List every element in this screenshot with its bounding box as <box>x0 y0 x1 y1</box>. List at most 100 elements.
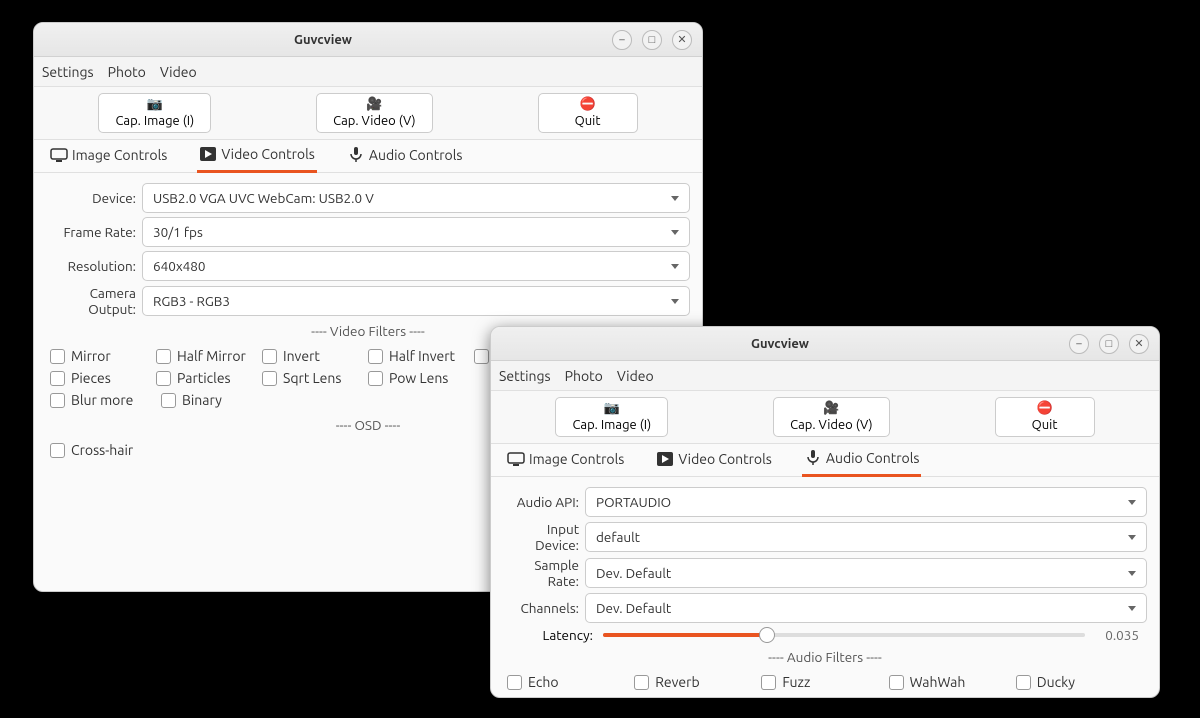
chk-echo: Echo <box>507 671 634 693</box>
chk-wahwah: WahWah <box>889 671 1016 693</box>
menubar: Settings Photo Video <box>34 57 702 87</box>
checkbox-blur-more[interactable] <box>50 393 65 408</box>
input-device-combo[interactable]: default <box>585 522 1147 552</box>
chk-binary: Binary <box>161 389 272 411</box>
chk-half-invert: Half Invert <box>368 345 474 367</box>
latency-slider-fill <box>603 633 767 637</box>
tab-image-controls[interactable]: Image Controls <box>48 140 169 172</box>
menu-video[interactable]: Video <box>617 368 654 384</box>
quit-button[interactable]: ⛔ Quit <box>538 93 638 133</box>
titlebar: Guvcview – □ ✕ <box>491 327 1159 361</box>
checkbox-pow-lens[interactable] <box>368 371 383 386</box>
cap-video-button[interactable]: 🎥 Cap. Video (V) <box>773 397 890 437</box>
checkbox-negative[interactable] <box>474 349 489 364</box>
play-icon <box>656 451 674 467</box>
checkbox-wahwah[interactable] <box>889 675 904 690</box>
play-icon <box>199 146 217 162</box>
resolution-combo[interactable]: 640x480 <box>142 251 690 281</box>
monitor-icon <box>507 451 525 467</box>
video-icon: 🎥 <box>366 98 382 112</box>
label-latency: Latency: <box>511 627 593 643</box>
checkbox-fuzz[interactable] <box>761 675 776 690</box>
close-button[interactable]: ✕ <box>1129 334 1149 354</box>
camera-output-combo[interactable]: RGB3 - RGB3 <box>142 286 690 316</box>
maximize-button[interactable]: □ <box>1099 334 1119 354</box>
latency-slider-thumb[interactable] <box>759 627 775 643</box>
quit-button[interactable]: ⛔ Quit <box>995 397 1095 437</box>
checkbox-pieces[interactable] <box>50 371 65 386</box>
checkbox-mirror[interactable] <box>50 349 65 364</box>
tab-audio-controls[interactable]: Audio Controls <box>345 140 465 172</box>
label-resolution: Resolution: <box>46 258 142 274</box>
video-icon: 🎥 <box>823 402 839 416</box>
checkbox-binary[interactable] <box>161 393 176 408</box>
menu-photo[interactable]: Photo <box>108 64 146 80</box>
checkbox-crosshair[interactable] <box>50 443 65 458</box>
label-sample-rate: Sample Rate: <box>503 557 585 589</box>
chk-half-mirror: Half Mirror <box>156 345 262 367</box>
chk-pieces: Pieces <box>50 367 156 389</box>
audio-filters-grid: Echo Reverb Fuzz WahWah Ducky <box>503 671 1147 693</box>
chk-particles: Particles <box>156 367 262 389</box>
label-device: Device: <box>46 190 142 206</box>
cap-image-button[interactable]: 📷 Cap. Image (I) <box>98 93 211 133</box>
minimize-button[interactable]: – <box>612 30 632 50</box>
chk-ducky: Ducky <box>1016 671 1143 693</box>
window-controls: – □ ✕ <box>612 30 702 50</box>
mic-icon <box>347 147 365 163</box>
maximize-button[interactable]: □ <box>642 30 662 50</box>
camera-icon: 📷 <box>147 98 163 112</box>
audio-filters-header: ---- Audio Filters ---- <box>503 649 1147 665</box>
quit-icon: ⛔ <box>1036 402 1052 416</box>
video-filters-grid-2: Blur more Binary <box>46 389 276 411</box>
audio-api-combo[interactable]: PORTAUDIO <box>585 487 1147 517</box>
tab-video-controls[interactable]: Video Controls <box>197 140 317 173</box>
close-button[interactable]: ✕ <box>672 30 692 50</box>
checkbox-particles[interactable] <box>156 371 171 386</box>
monitor-icon <box>50 147 68 163</box>
camera-icon: 📷 <box>604 402 620 416</box>
minimize-button[interactable]: – <box>1069 334 1089 354</box>
window-title: Guvcview <box>491 337 1069 351</box>
chk-crosshair: Cross-hair <box>50 439 156 461</box>
tabs: Image Controls Video Controls Audio Cont… <box>34 140 702 173</box>
menubar: Settings Photo Video <box>491 361 1159 391</box>
form-audio: Audio API: PORTAUDIO Input Device: defau… <box>491 477 1159 698</box>
chk-fuzz: Fuzz <box>761 671 888 693</box>
checkbox-half-invert[interactable] <box>368 349 383 364</box>
chk-pow-lens: Pow Lens <box>368 367 474 389</box>
channels-combo[interactable]: Dev. Default <box>585 593 1147 623</box>
checkbox-ducky[interactable] <box>1016 675 1031 690</box>
checkbox-sqrt-lens[interactable] <box>262 371 277 386</box>
titlebar: Guvcview – □ ✕ <box>34 23 702 57</box>
tab-video-controls[interactable]: Video Controls <box>654 444 774 476</box>
chk-blur-more: Blur more <box>50 389 161 411</box>
chk-mirror: Mirror <box>50 345 156 367</box>
window-title: Guvcview <box>34 33 612 47</box>
chk-invert: Invert <box>262 345 368 367</box>
menu-settings[interactable]: Settings <box>42 64 94 80</box>
mic-icon <box>804 450 822 466</box>
latency-value: 0.035 <box>1095 627 1139 643</box>
label-input-device: Input Device: <box>503 521 585 553</box>
sample-rate-combo[interactable]: Dev. Default <box>585 558 1147 588</box>
menu-photo[interactable]: Photo <box>565 368 603 384</box>
latency-slider[interactable] <box>603 633 1085 637</box>
menu-video[interactable]: Video <box>160 64 197 80</box>
quit-icon: ⛔ <box>579 98 595 112</box>
device-combo[interactable]: USB2.0 VGA UVC WebCam: USB2.0 V <box>142 183 690 213</box>
tab-image-controls[interactable]: Image Controls <box>505 444 626 476</box>
label-frame-rate: Frame Rate: <box>46 224 142 240</box>
checkbox-half-mirror[interactable] <box>156 349 171 364</box>
chk-sqrt-lens: Sqrt Lens <box>262 367 368 389</box>
frame-rate-combo[interactable]: 30/1 fps <box>142 217 690 247</box>
cap-video-button[interactable]: 🎥 Cap. Video (V) <box>316 93 433 133</box>
tab-audio-controls[interactable]: Audio Controls <box>802 444 922 477</box>
checkbox-reverb[interactable] <box>634 675 649 690</box>
checkbox-invert[interactable] <box>262 349 277 364</box>
menu-settings[interactable]: Settings <box>499 368 551 384</box>
guvcview-window-audio: Guvcview – □ ✕ Settings Photo Video 📷 Ca… <box>490 326 1160 698</box>
cap-image-button[interactable]: 📷 Cap. Image (I) <box>555 397 668 437</box>
checkbox-echo[interactable] <box>507 675 522 690</box>
toolbar: 📷 Cap. Image (I) 🎥 Cap. Video (V) ⛔ Quit <box>491 391 1159 444</box>
